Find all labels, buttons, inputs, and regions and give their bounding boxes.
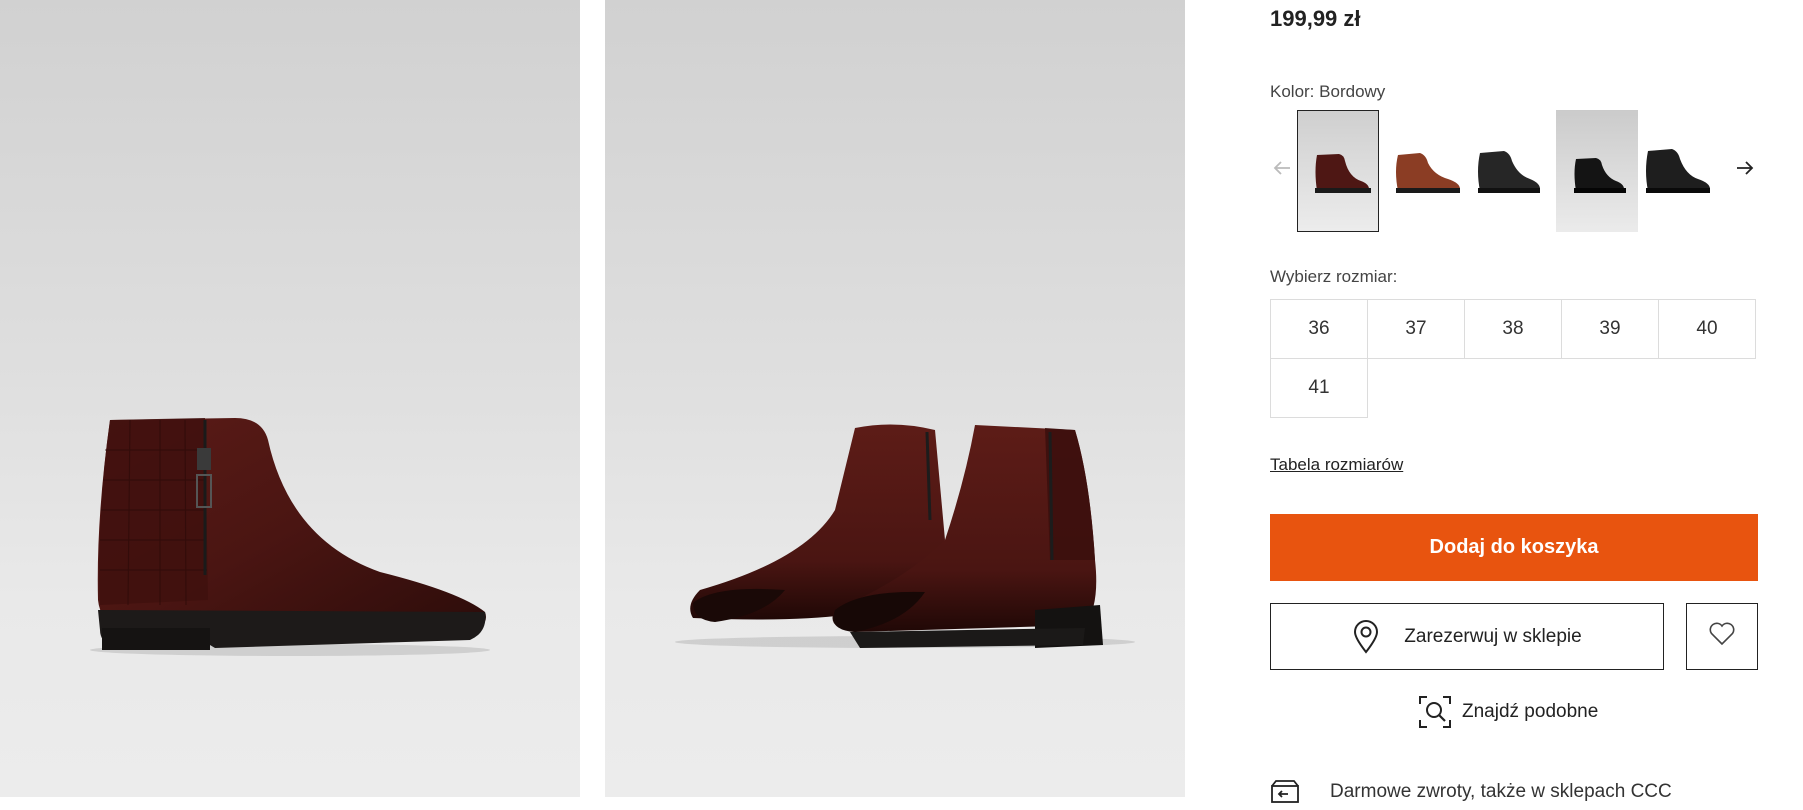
package-return-icon: [1271, 780, 1299, 803]
arrow-right-icon[interactable]: [1733, 156, 1757, 180]
free-returns-text: Darmowe zwroty, także w sklepach CCC: [1330, 781, 1672, 802]
color-swatch-czarny-3[interactable]: [1636, 110, 1718, 232]
product-image-pair[interactable]: [605, 0, 1185, 797]
size-option-36[interactable]: 36: [1270, 299, 1368, 359]
image-search-icon: [1419, 696, 1451, 728]
location-pin-icon: [1352, 619, 1380, 654]
size-option-38[interactable]: 38: [1464, 299, 1562, 359]
size-option-41[interactable]: 41: [1270, 358, 1368, 418]
find-similar-button[interactable]: Znajdź podobne: [1418, 695, 1598, 729]
free-returns-info: Darmowe zwroty, także w sklepach CCC: [1270, 780, 1672, 804]
boot-thumbnail-icon: [1574, 158, 1626, 193]
arrow-left-icon[interactable]: [1270, 156, 1294, 180]
color-swatch-brazowy[interactable]: [1386, 110, 1468, 232]
size-label: Wybierz rozmiar:: [1270, 267, 1398, 286]
color-swatch-czarny-2[interactable]: [1556, 110, 1638, 232]
add-to-wishlist-button[interactable]: [1686, 603, 1758, 670]
color-label-prefix: Kolor:: [1270, 82, 1315, 101]
product-price: 199,99 zł: [1270, 6, 1361, 31]
size-option-37[interactable]: 37: [1367, 299, 1465, 359]
size-option-39[interactable]: 39: [1561, 299, 1659, 359]
product-panel: 199,99 zł Kolor: Bordowy Wybierz rozmiar…: [1270, 0, 1760, 810]
color-swatch-bordowy[interactable]: [1297, 110, 1379, 232]
size-option-40[interactable]: 40: [1658, 299, 1756, 359]
boot-thumbnail-icon: [1478, 151, 1540, 193]
boot-thumbnail-icon: [1646, 149, 1710, 193]
color-value: Bordowy: [1319, 82, 1386, 101]
size-table-link[interactable]: Tabela rozmiarów: [1270, 455, 1403, 475]
find-similar-label: Znajdź podobne: [1462, 701, 1599, 722]
heart-icon: [1708, 621, 1736, 652]
boot-side-illustration: [90, 418, 490, 656]
color-swatch-czarny[interactable]: [1466, 110, 1548, 232]
boot-thumbnail-icon: [1315, 154, 1371, 193]
reserve-in-store-label: Zarezerwuj w sklepie: [1404, 625, 1582, 647]
color-label: Kolor: Bordowy: [1270, 82, 1385, 102]
reserve-in-store-button[interactable]: Zarezerwuj w sklepie: [1270, 603, 1664, 670]
boot-pair-illustration: [675, 424, 1135, 648]
boot-thumbnail-icon: [1396, 153, 1460, 193]
product-image-side[interactable]: [0, 0, 580, 797]
add-to-cart-button[interactable]: Dodaj do koszyka: [1270, 514, 1758, 581]
color-swatch-carousel: [1270, 110, 1760, 232]
